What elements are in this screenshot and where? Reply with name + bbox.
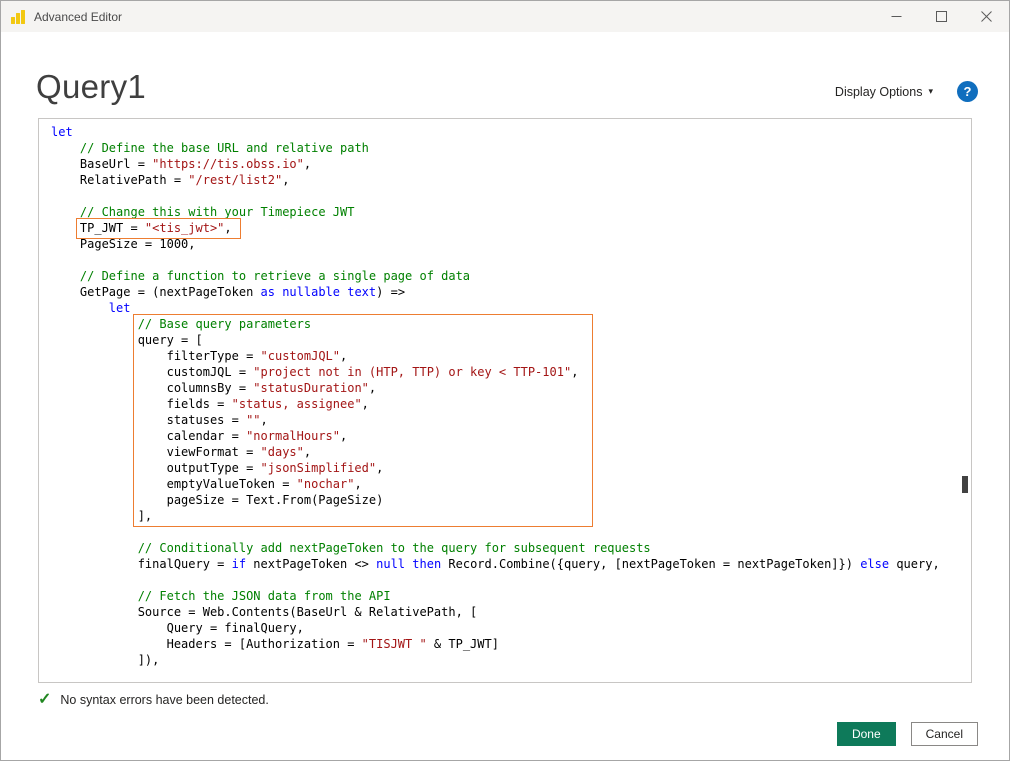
code-line: Headers = [Authorization = "TISJWT " & T…	[51, 636, 957, 652]
code-line: // Define the base URL and relative path	[51, 140, 957, 156]
cancel-button[interactable]: Cancel	[911, 722, 978, 746]
code-line	[51, 252, 957, 268]
code-line: calendar = "normalHours",	[51, 428, 957, 444]
maximize-button[interactable]	[919, 1, 964, 32]
powerbi-logo-icon	[10, 9, 26, 25]
code-line: query = [	[51, 332, 957, 348]
checkmark-icon: ✓	[38, 692, 51, 708]
code-line: // Base query parameters	[51, 316, 957, 332]
code-line: // Fetch the JSON data from the API	[51, 588, 957, 604]
query-title: Query1	[36, 68, 146, 106]
maximize-icon	[936, 11, 947, 22]
code-editor[interactable]: let // Define the base URL and relative …	[38, 118, 972, 683]
dialog-actions: Done Cancel	[1, 722, 978, 746]
code-line: finalQuery = if nextPageToken <> null th…	[51, 556, 957, 572]
code-line: Query = finalQuery,	[51, 620, 957, 636]
advanced-editor-window: Advanced Editor Query1 Display Options ▾…	[0, 0, 1010, 761]
question-mark-icon: ?	[964, 84, 972, 99]
code-content: let // Define the base URL and relative …	[51, 124, 957, 668]
code-line: customJQL = "project not in (HTP, TTP) o…	[51, 364, 957, 380]
syntax-status-text: No syntax errors have been detected.	[60, 693, 268, 707]
done-button[interactable]: Done	[837, 722, 896, 746]
code-line: viewFormat = "days",	[51, 444, 957, 460]
titlebar: Advanced Editor	[1, 1, 1009, 32]
header-controls: Display Options ▾ ?	[829, 81, 978, 106]
code-line: GetPage = (nextPageToken as nullable tex…	[51, 284, 957, 300]
close-button[interactable]	[964, 1, 1009, 32]
code-line: TP_JWT = "<tis_jwt>",	[51, 220, 957, 236]
code-line: // Change this with your Timepiece JWT	[51, 204, 957, 220]
code-line: fields = "status, assignee",	[51, 396, 957, 412]
code-line	[51, 524, 957, 540]
code-line: Source = Web.Contents(BaseUrl & Relative…	[51, 604, 957, 620]
code-line: emptyValueToken = "nochar",	[51, 476, 957, 492]
minimize-icon	[891, 11, 902, 22]
code-line: PageSize = 1000,	[51, 236, 957, 252]
display-options-label: Display Options	[835, 85, 923, 99]
code-line: outputType = "jsonSimplified",	[51, 460, 957, 476]
code-line: ],	[51, 508, 957, 524]
dialog-header: Query1 Display Options ▾ ?	[1, 32, 1009, 118]
code-line: // Define a function to retrieve a singl…	[51, 268, 957, 284]
syntax-status-row: ✓ No syntax errors have been detected.	[38, 692, 972, 708]
code-line: columnsBy = "statusDuration",	[51, 380, 957, 396]
code-line: let	[51, 300, 957, 316]
code-line: ]),	[51, 652, 957, 668]
close-icon	[981, 11, 992, 22]
code-line: BaseUrl = "https://tis.obss.io",	[51, 156, 957, 172]
code-line: filterType = "customJQL",	[51, 348, 957, 364]
code-line: RelativePath = "/rest/list2",	[51, 172, 957, 188]
help-button[interactable]: ?	[957, 81, 978, 102]
scrollbar-thumb[interactable]	[962, 476, 968, 493]
chevron-down-icon: ▾	[928, 86, 933, 97]
code-line: // Conditionally add nextPageToken to th…	[51, 540, 957, 556]
display-options-dropdown[interactable]: Display Options ▾	[829, 84, 939, 100]
code-line: let	[51, 124, 957, 140]
code-line: pageSize = Text.From(PageSize)	[51, 492, 957, 508]
window-controls	[874, 1, 1009, 32]
code-line	[51, 572, 957, 588]
code-line	[51, 188, 957, 204]
minimize-button[interactable]	[874, 1, 919, 32]
code-line: statuses = "",	[51, 412, 957, 428]
window-title: Advanced Editor	[34, 10, 122, 24]
